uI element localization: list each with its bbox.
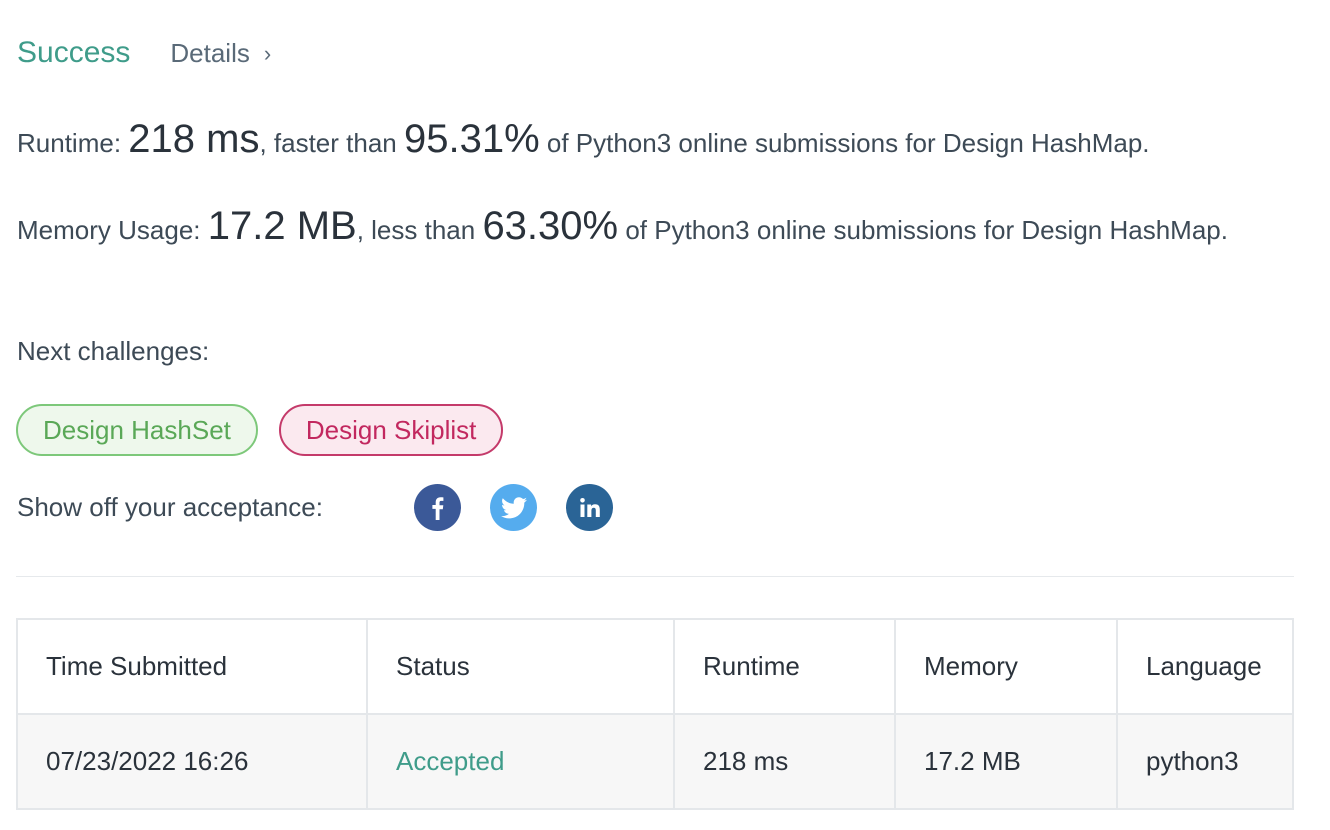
result-header: Success Details ›	[17, 36, 271, 70]
challenge-design-skiplist[interactable]: Design Skiplist	[278, 404, 504, 456]
runtime-suffix: of Python3 online submissions for Design…	[539, 128, 1150, 158]
header-memory[interactable]: Memory	[894, 618, 1118, 715]
details-link[interactable]: Details ›	[170, 38, 271, 69]
details-label: Details	[170, 38, 250, 68]
next-challenges-list: Design HashSet Design Skiplist	[16, 404, 504, 456]
cell-memory: 17.2 MB	[894, 713, 1118, 810]
next-challenges-label: Next challenges:	[17, 336, 210, 366]
cell-time-submitted: 07/23/2022 16:26	[16, 713, 368, 810]
cell-status-accepted[interactable]: Accepted	[366, 713, 675, 810]
share-label: Show off your acceptance:	[17, 492, 323, 522]
chevron-right-icon: ›	[263, 40, 272, 66]
memory-middle: , less than	[356, 215, 483, 245]
cell-language: python3	[1116, 713, 1294, 810]
submissions-table: Time Submitted Status Runtime Memory Lan…	[16, 618, 1294, 810]
runtime-value: 218 ms	[128, 117, 260, 161]
cell-runtime: 218 ms	[673, 713, 896, 810]
linkedin-icon[interactable]	[566, 484, 613, 531]
header-language[interactable]: Language	[1116, 618, 1294, 715]
memory-prefix: Memory Usage:	[17, 215, 208, 245]
success-status: Success	[17, 36, 131, 69]
memory-percent: 63.30%	[482, 204, 619, 248]
table-header-row: Time Submitted Status Runtime Memory Lan…	[16, 618, 1294, 715]
runtime-middle: , faster than	[259, 128, 404, 158]
table-row: 07/23/2022 16:26 Accepted 218 ms 17.2 MB…	[16, 713, 1294, 810]
challenge-design-hashset[interactable]: Design HashSet	[16, 404, 258, 456]
runtime-stat: Runtime: 218 ms, faster than 95.31% of P…	[17, 118, 1257, 164]
header-status[interactable]: Status	[366, 618, 675, 715]
divider	[16, 576, 1294, 577]
header-time-submitted[interactable]: Time Submitted	[16, 618, 368, 715]
submission-result-page: Success Details › Runtime: 218 ms, faste…	[0, 0, 1330, 830]
twitter-icon[interactable]	[490, 484, 537, 531]
memory-stat: Memory Usage: 17.2 MB, less than 63.30% …	[17, 205, 1257, 251]
memory-value: 17.2 MB	[207, 204, 357, 248]
runtime-prefix: Runtime:	[17, 128, 129, 158]
runtime-percent: 95.31%	[403, 117, 540, 161]
facebook-icon[interactable]	[414, 484, 461, 531]
memory-suffix: of Python3 online submissions for Design…	[618, 215, 1228, 245]
share-row: Show off your acceptance:	[17, 484, 642, 531]
header-runtime[interactable]: Runtime	[673, 618, 896, 715]
